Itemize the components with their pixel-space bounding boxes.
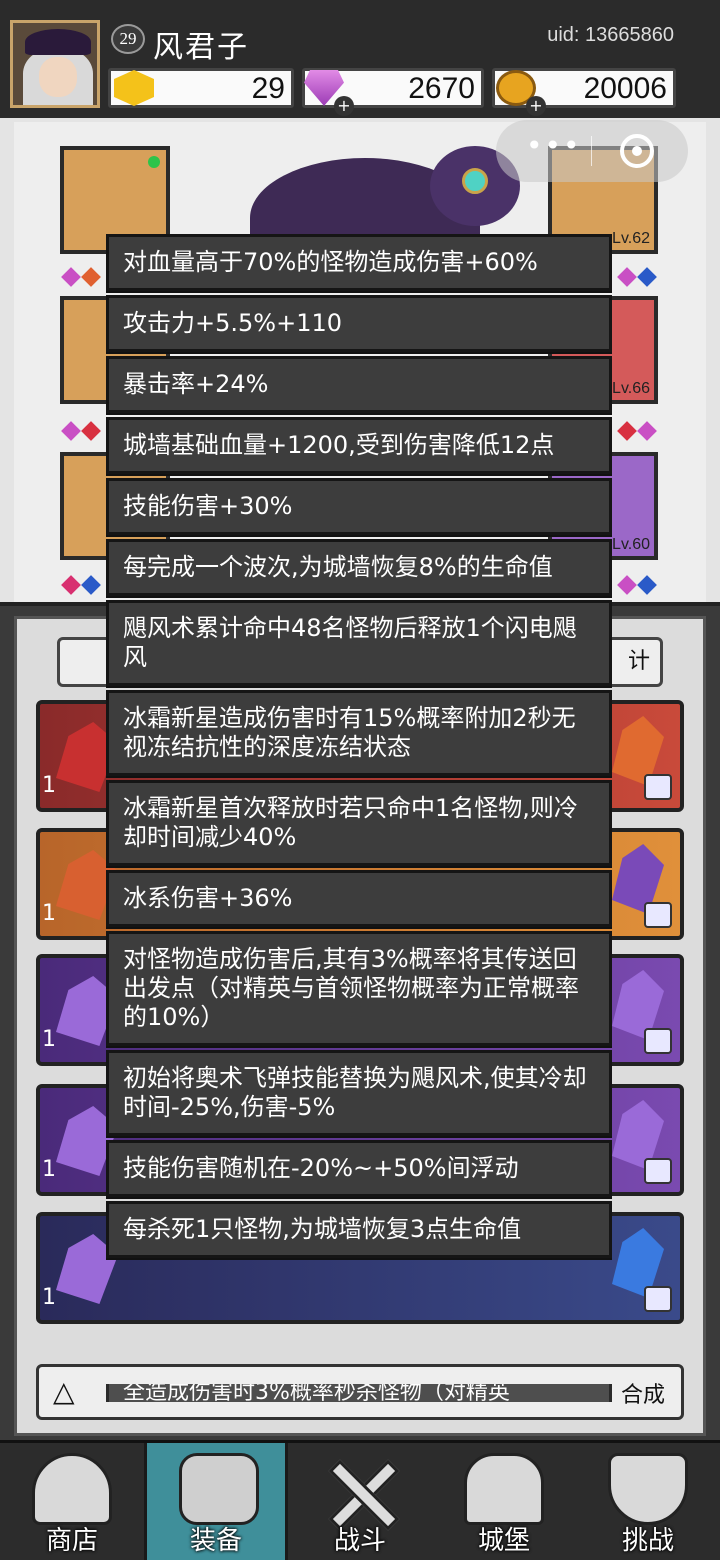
new-indicator-icon	[148, 156, 160, 168]
attribute-line: 冰霜新星造成伤害时有15%概率附加2秒无视冻结抗性的深度冻结状态	[106, 690, 612, 776]
energy-value: 29	[251, 72, 285, 105]
more-menu-icon[interactable]: •••	[526, 132, 582, 160]
crossed-swords-icon	[320, 1453, 400, 1525]
attribute-line: 对怪物造成伤害后,其有3%概率将其传送回出发点（对精英与首领怪物概率为正常概率的…	[106, 931, 612, 1046]
item-type-badge-icon	[644, 774, 672, 800]
socket-gems	[61, 575, 101, 595]
nav-shop[interactable]: 商店	[0, 1443, 144, 1560]
nav-battle[interactable]: 战斗	[288, 1443, 432, 1560]
gem-value: 2670	[408, 72, 475, 105]
player-name: 风君子	[153, 30, 249, 65]
attribute-line: 初始将奥术飞弹技能替换为飓风术,使其冷却时间-25%,伤害-5%	[106, 1050, 612, 1136]
attribute-line: 每杀死1只怪物,为城墙恢复3点生命值	[106, 1201, 612, 1258]
item-count: 1	[42, 1027, 56, 1052]
add-gold-icon[interactable]: +	[526, 96, 546, 116]
attribute-line: 每完成一个波次,为城墙恢复8%的生命值	[106, 539, 612, 596]
attribute-line-cutoff: 全造成伤害时3%概率秒杀怪物（对精英	[106, 1384, 612, 1402]
top-header: 29 风君子 uid: 13665860 29 2670 + 20006 +	[0, 0, 720, 118]
item-count: 1	[42, 1285, 56, 1310]
attribute-line: 冰霜新星首次释放时若只命中1名怪物,则冷却时间减少40%	[106, 780, 612, 866]
item-count: 1	[42, 901, 56, 926]
close-target-icon[interactable]	[620, 134, 654, 168]
attribute-line: 对血量高于70%的怪物造成伤害+60%	[106, 234, 612, 291]
nav-label: 城堡	[477, 1526, 530, 1556]
item-count: 1	[42, 773, 56, 798]
item-type-badge-icon	[644, 902, 672, 928]
avatar-hat	[25, 29, 91, 55]
item-count: 1	[42, 1157, 56, 1182]
attribute-line: 攻击力+5.5%+110	[106, 295, 612, 352]
capsule-divider	[591, 136, 592, 166]
bag-icon	[179, 1453, 259, 1525]
miniprogram-capsule: •••	[496, 120, 688, 182]
collapse-arrow-icon[interactable]: △	[53, 1375, 75, 1408]
socket-gems	[61, 421, 101, 441]
attribute-line: 暴击率+24%	[106, 356, 612, 413]
slot-level: Lv.66	[612, 380, 650, 397]
staff-orb-icon	[462, 168, 488, 194]
nav-label: 商店	[45, 1526, 98, 1556]
socket-gems	[617, 575, 657, 595]
nav-label: 战斗	[333, 1526, 386, 1556]
player-avatar[interactable]	[10, 20, 100, 108]
nav-equipment[interactable]: 装备	[144, 1443, 288, 1560]
add-gems-icon[interactable]: +	[334, 96, 354, 116]
player-level-badge: 29	[111, 24, 145, 54]
castle-icon	[464, 1453, 544, 1525]
slot-level: Lv.62	[612, 230, 650, 247]
nav-label: 装备	[189, 1526, 242, 1556]
socket-gems	[617, 267, 657, 287]
attribute-line: 技能伤害随机在-20%~+50%间浮动	[106, 1140, 612, 1197]
slot-level: Lv.60	[612, 536, 650, 553]
gold-value: 20006	[583, 72, 667, 105]
attribute-line: 飓风术累计命中48名怪物后释放1个闪电飓风	[106, 600, 612, 686]
shop-icon	[32, 1453, 112, 1525]
item-type-badge-icon	[644, 1158, 672, 1184]
item-type-badge-icon	[644, 1286, 672, 1312]
attribute-line: 城墙基础血量+1200,受到伤害降低12点	[106, 417, 612, 474]
socket-gems	[61, 267, 101, 287]
nav-label: 挑战	[621, 1526, 674, 1556]
shield-icon	[608, 1453, 688, 1525]
player-uid: uid: 13665860	[547, 24, 674, 46]
attribute-line: 冰系伤害+36%	[106, 870, 612, 927]
item-type-badge-icon	[644, 1028, 672, 1054]
synthesize-button[interactable]: 合成	[621, 1377, 665, 1409]
nav-castle[interactable]: 城堡	[432, 1443, 576, 1560]
attribute-line: 技能伤害+30%	[106, 478, 612, 535]
attribute-tooltip: 对血量高于70%的怪物造成伤害+60% 攻击力+5.5%+110 暴击率+24%…	[106, 234, 612, 1258]
bottom-nav: 商店 装备 战斗 城堡 挑战	[0, 1440, 720, 1560]
nav-challenge[interactable]: 挑战	[576, 1443, 720, 1560]
socket-gems	[617, 421, 657, 441]
avatar-face	[39, 57, 77, 97]
